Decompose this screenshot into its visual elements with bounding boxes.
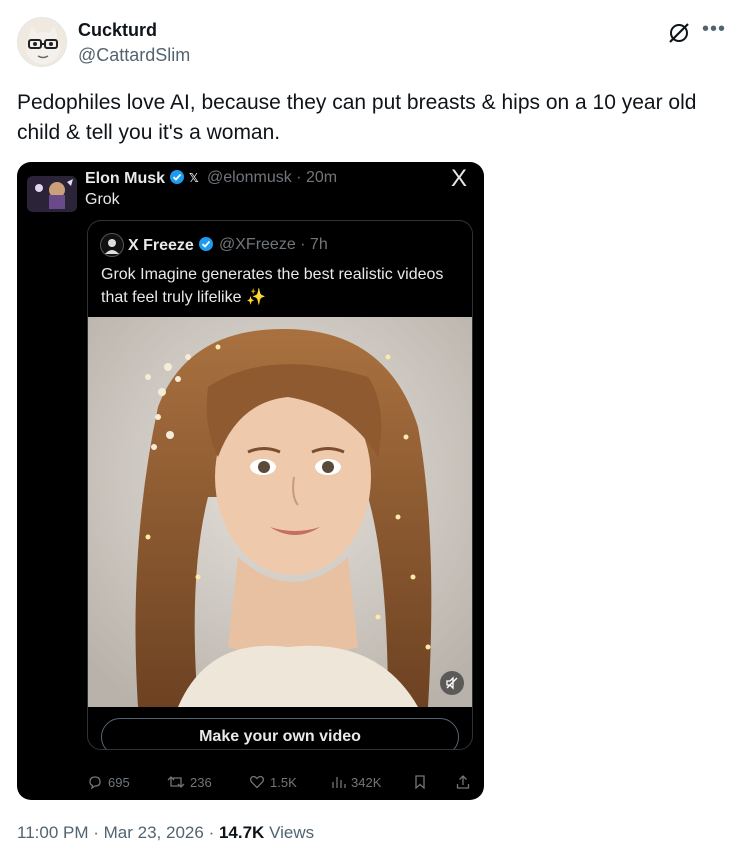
reply-icon: [89, 776, 101, 790]
display-name[interactable]: Cuckturd: [78, 20, 157, 41]
bookmark-icon: [415, 775, 425, 790]
reply-button[interactable]: 695: [87, 774, 130, 790]
heart-icon: [249, 775, 265, 789]
post-meta: 11:00 PM · Mar 23, 2026 · 14.7K Views: [17, 823, 315, 842]
post-date[interactable]: Mar 23, 2026: [104, 823, 204, 842]
like-button[interactable]: 1.5K: [249, 774, 297, 790]
quote-avatar: [100, 233, 124, 257]
embed-author-handle: @elonmusk · 20m: [207, 169, 338, 186]
more-icon[interactable]: •••: [702, 18, 726, 41]
bookmark-button[interactable]: [412, 774, 428, 790]
mute-icon[interactable]: [440, 671, 464, 695]
grok-icon[interactable]: [667, 21, 691, 45]
views-icon: [332, 777, 346, 788]
avatar[interactable]: [17, 17, 67, 67]
post-text: Pedophiles love AI, because they can put…: [17, 91, 697, 144]
make-your-own-video-button[interactable]: Make your own video: [101, 718, 459, 749]
post-time[interactable]: 11:00 PM: [17, 823, 89, 842]
x-logo-icon: X: [451, 165, 468, 192]
views-total: 14.7K: [218, 823, 265, 842]
views-label: Views: [269, 823, 315, 842]
x-affiliation-icon: 𝕏: [189, 171, 199, 185]
embed-text: Grok: [85, 191, 120, 208]
reply-count: 695: [108, 774, 130, 790]
share-button[interactable]: [455, 774, 471, 790]
embedded-image[interactable]: Elon Musk 𝕏 @elonmusk · 20m Grok X X Fre…: [17, 162, 484, 800]
repost-icon: [167, 776, 185, 788]
embed-author-name: Elon Musk: [85, 169, 185, 188]
video-thumbnail[interactable]: [88, 317, 472, 707]
repost-count: 236: [190, 774, 212, 790]
quoted-post: X Freeze @XFreeze · 7h Grok Imagine gene…: [87, 220, 473, 750]
user-handle[interactable]: @CattardSlim: [78, 45, 190, 66]
quote-text: Grok Imagine generates the best realisti…: [101, 266, 444, 306]
share-icon: [456, 775, 470, 789]
verified-badge-icon: [170, 170, 185, 184]
quote-author-name: X Freeze: [128, 236, 214, 255]
like-count: 1.5K: [270, 774, 297, 790]
views-count: 342K: [351, 774, 382, 790]
verified-badge-icon: [199, 237, 214, 251]
views-button[interactable]: 342K: [330, 774, 381, 790]
embed-avatar: [27, 176, 77, 212]
repost-button[interactable]: 236: [167, 774, 212, 790]
quote-author-handle: @XFreeze · 7h: [219, 236, 328, 253]
